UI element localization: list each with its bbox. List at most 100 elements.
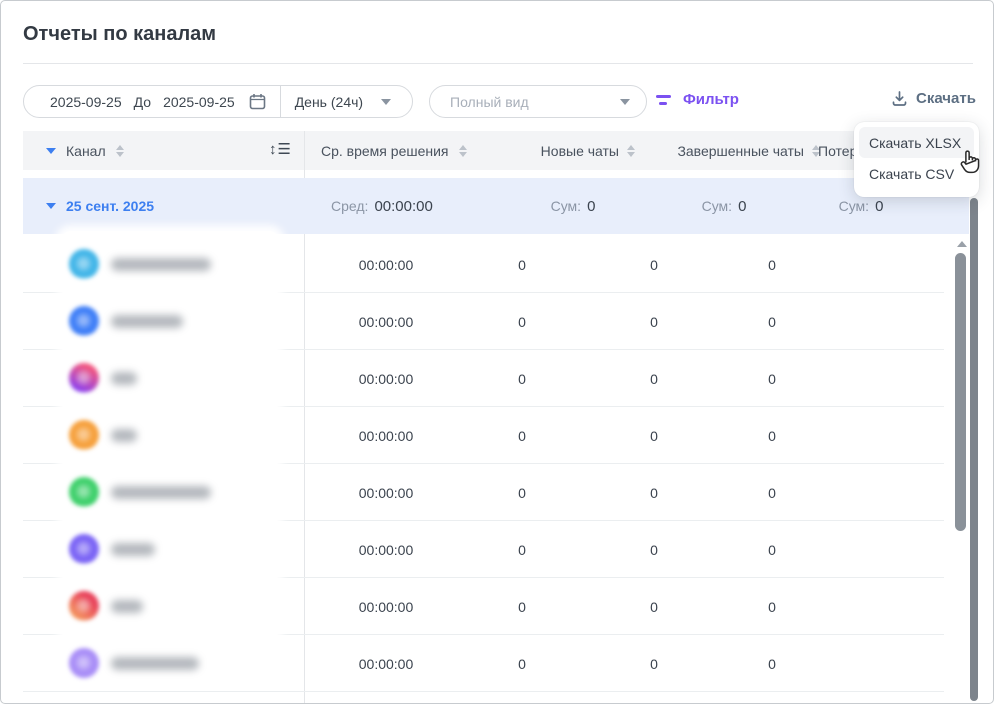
- column-label: Завершенные чаты: [677, 143, 804, 159]
- collapse-group-icon[interactable]: [46, 203, 56, 209]
- page-scrollbar-thumb[interactable]: [970, 198, 978, 701]
- row-height-icon[interactable]: ↕☰: [269, 140, 291, 158]
- filter-icon: [656, 95, 671, 105]
- calendar-icon[interactable]: [249, 93, 266, 110]
- cell-new-chats: 0: [472, 293, 572, 350]
- download-button[interactable]: Скачать: [891, 90, 976, 107]
- sum-value: 0: [875, 198, 883, 215]
- collapse-all-icon[interactable]: [46, 148, 56, 154]
- sort-icon[interactable]: [116, 145, 124, 157]
- group-date-label: 25 сент. 2025: [66, 198, 154, 214]
- channel-icon: [69, 534, 99, 564]
- date-between-label: До: [134, 94, 151, 110]
- cell-new-chats: 0: [472, 236, 572, 293]
- scroll-up-arrow-icon[interactable]: [957, 241, 967, 247]
- date-range-control[interactable]: 2025-09-25 До 2025-09-25 День (24ч): [23, 85, 413, 118]
- channel-name-redacted: [111, 657, 199, 670]
- cell-closed-chats: 0: [604, 293, 704, 350]
- channel-icon: [69, 306, 99, 336]
- table-row[interactable]: 00:00:00 0 0 0: [23, 350, 954, 407]
- table-body: 00:00:00 0 0 0 00:00:00 0 0 0 00:00:00 0…: [23, 236, 954, 692]
- row-divider: [23, 691, 944, 692]
- column-label: Канал: [66, 143, 106, 159]
- sum-label: Сум:: [702, 198, 732, 214]
- channel-name-redacted: [111, 258, 211, 271]
- sort-icon[interactable]: [459, 145, 467, 157]
- screenshot-stage: Отчеты по каналам 2025-09-25 До 2025-09-…: [0, 0, 994, 704]
- table-row[interactable]: 00:00:00 0 0 0: [23, 578, 954, 635]
- view-mode-placeholder: Полный вид: [450, 94, 529, 110]
- view-mode-select[interactable]: Полный вид: [429, 85, 647, 118]
- cell-avg-time: 00:00:00: [331, 635, 441, 692]
- cell-avg-time: 00:00:00: [331, 578, 441, 635]
- filter-button[interactable]: Фильтр: [656, 91, 739, 108]
- cell-lost-chats: 0: [722, 407, 822, 464]
- column-header-new-chats[interactable]: Новые чаты: [483, 131, 635, 170]
- cell-avg-time: 00:00:00: [331, 464, 441, 521]
- group-avg-time: Сред: 00:00:00: [331, 178, 433, 234]
- reports-panel: Отчеты по каналам 2025-09-25 До 2025-09-…: [0, 0, 994, 704]
- avg-label: Сред:: [331, 198, 368, 214]
- channel-name-redacted: [111, 429, 137, 442]
- channel-name-redacted: [111, 600, 143, 613]
- channel-icon: [69, 249, 99, 279]
- cell-closed-chats: 0: [604, 464, 704, 521]
- cell-lost-chats: 0: [722, 236, 822, 293]
- cell-closed-chats: 0: [604, 578, 704, 635]
- chevron-down-icon: [381, 99, 391, 105]
- cell-new-chats: 0: [472, 350, 572, 407]
- table-row[interactable]: 00:00:00 0 0 0: [23, 464, 954, 521]
- period-value: День (24ч): [295, 94, 363, 110]
- filter-button-label: Фильтр: [683, 91, 739, 108]
- sum-label: Сум:: [839, 198, 869, 214]
- cell-new-chats: 0: [472, 407, 572, 464]
- cell-closed-chats: 0: [604, 350, 704, 407]
- date-range-values[interactable]: 2025-09-25 До 2025-09-25: [24, 93, 280, 110]
- channel-icon: [69, 477, 99, 507]
- chevron-down-icon: [620, 99, 630, 105]
- cell-closed-chats: 0: [604, 407, 704, 464]
- date-to-value[interactable]: 2025-09-25: [163, 94, 235, 110]
- group-sum-new: Сум: 0: [523, 178, 623, 234]
- sum-label: Сум:: [551, 198, 581, 214]
- cell-new-chats: 0: [472, 635, 572, 692]
- table-scrollbar-thumb[interactable]: [955, 253, 966, 531]
- cell-new-chats: 0: [472, 464, 572, 521]
- column-header-avg-time[interactable]: Ср. время решения: [321, 131, 467, 170]
- date-from-value[interactable]: 2025-09-25: [50, 94, 122, 110]
- sum-value: 0: [738, 198, 746, 215]
- cell-lost-chats: 0: [722, 350, 822, 407]
- period-select[interactable]: День (24ч): [281, 94, 407, 110]
- cell-closed-chats: 0: [604, 236, 704, 293]
- cell-closed-chats: 0: [604, 635, 704, 692]
- cell-avg-time: 00:00:00: [331, 236, 441, 293]
- column-header-channel[interactable]: Канал: [46, 131, 124, 170]
- column-header-closed-chats[interactable]: Завершенные чаты: [623, 131, 820, 170]
- table-row[interactable]: 00:00:00 0 0 0: [23, 407, 954, 464]
- channel-icon: [69, 363, 99, 393]
- table-header: Канал ↕☰ Ср. время решения Новые чаты За…: [23, 131, 954, 170]
- channel-name-redacted: [111, 315, 183, 328]
- channel-icon: [69, 420, 99, 450]
- page-title: Отчеты по каналам: [23, 23, 216, 46]
- channel-name-redacted: [111, 543, 155, 556]
- table-row[interactable]: 00:00:00 0 0 0: [23, 293, 954, 350]
- sum-value: 0: [587, 198, 595, 215]
- table-row[interactable]: 00:00:00 0 0 0: [23, 236, 954, 293]
- cell-lost-chats: 0: [722, 521, 822, 578]
- group-summary-row[interactable]: 25 сент. 2025 Сред: 00:00:00 Сум: 0 Сум:…: [23, 178, 969, 234]
- table-row[interactable]: 00:00:00 0 0 0: [23, 521, 954, 578]
- cell-lost-chats: 0: [722, 635, 822, 692]
- title-divider: [23, 63, 973, 64]
- cell-lost-chats: 0: [722, 578, 822, 635]
- avg-value: 00:00:00: [374, 198, 432, 215]
- cell-avg-time: 00:00:00: [331, 293, 441, 350]
- cell-avg-time: 00:00:00: [331, 407, 441, 464]
- cell-lost-chats: 0: [722, 293, 822, 350]
- download-button-label: Скачать: [916, 90, 976, 107]
- channel-icon: [69, 648, 99, 678]
- cell-closed-chats: 0: [604, 521, 704, 578]
- group-toggle[interactable]: 25 сент. 2025: [46, 178, 154, 234]
- table-row[interactable]: 00:00:00 0 0 0: [23, 635, 954, 692]
- channel-icon: [69, 591, 99, 621]
